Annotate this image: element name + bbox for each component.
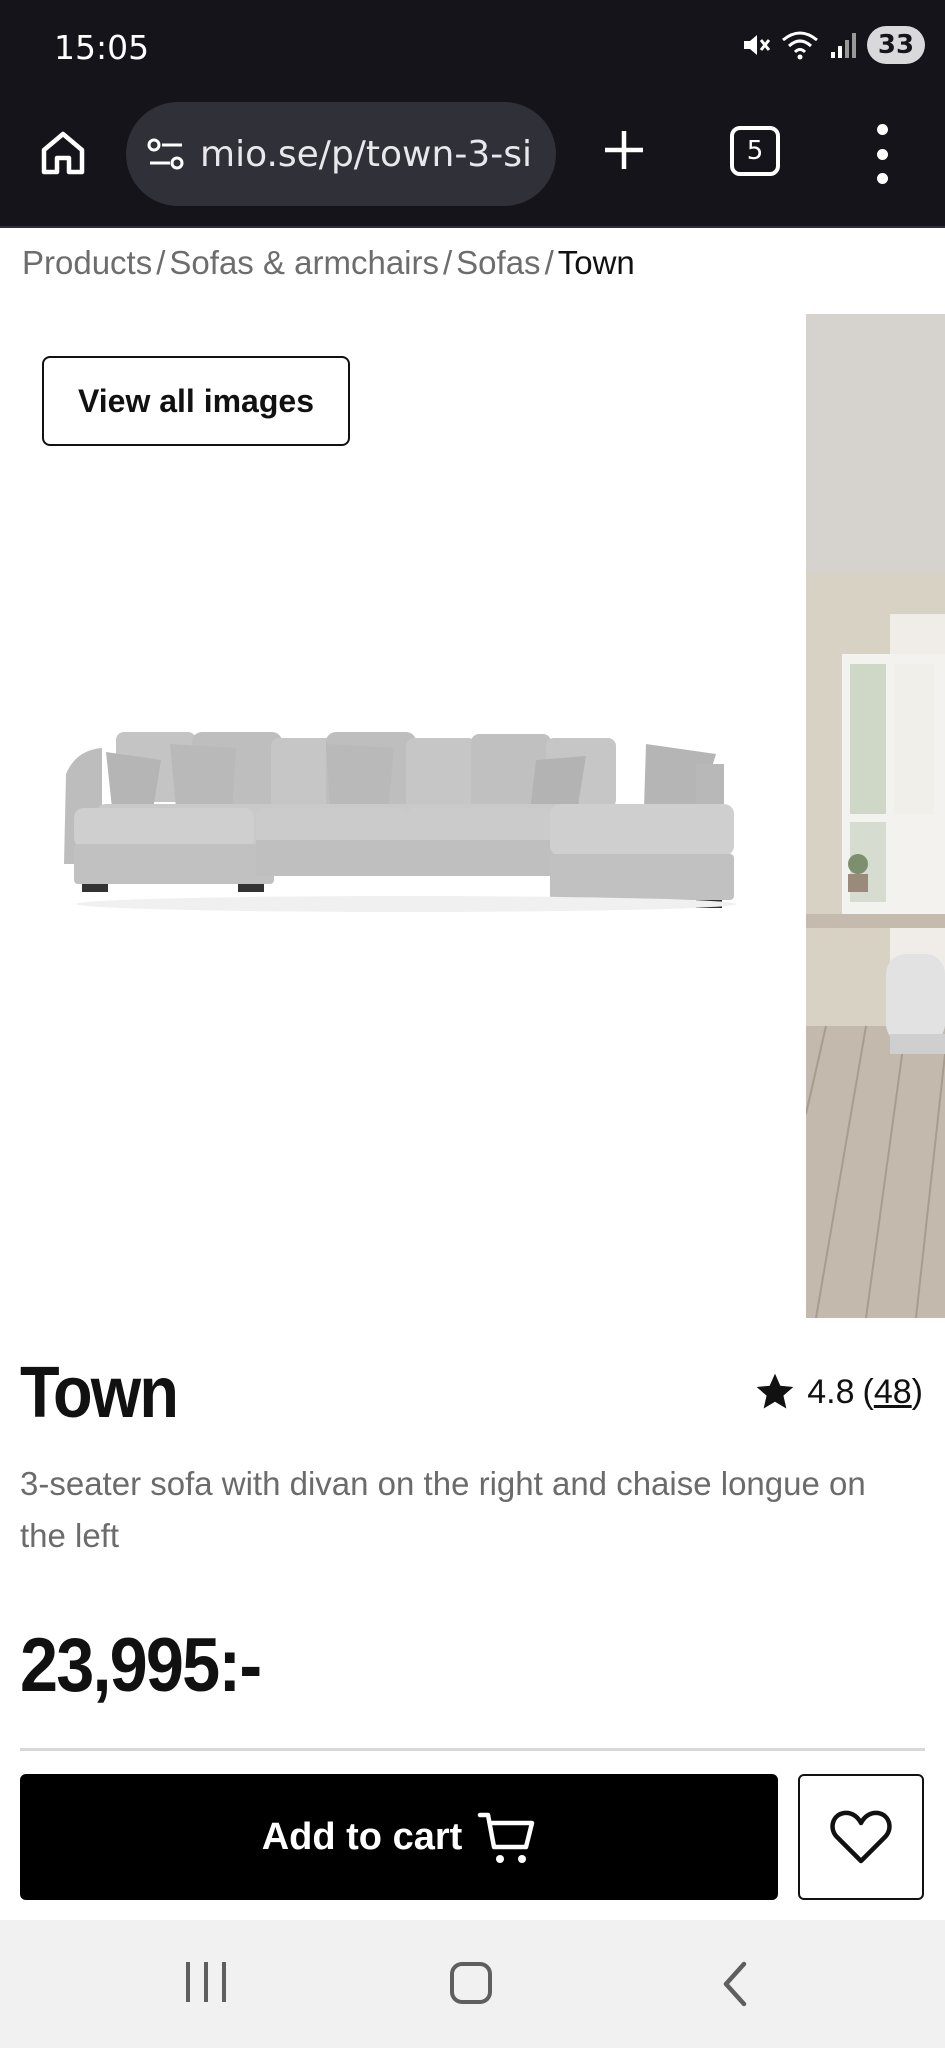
home-icon: [41, 131, 85, 175]
home-button[interactable]: [32, 122, 94, 184]
product-rating[interactable]: 4.8 (48): [753, 1370, 923, 1414]
back-icon[interactable]: [720, 1960, 750, 2008]
more-vert-icon[interactable]: [866, 124, 898, 184]
product-price: 23,995:-: [20, 1623, 262, 1708]
rating-count-close: ): [911, 1372, 923, 1411]
add-to-cart-label: Add to cart: [261, 1815, 463, 1858]
view-all-images-button[interactable]: View all images: [42, 356, 350, 446]
url-text[interactable]: mio.se/p/town-3-si: [200, 134, 532, 175]
breadcrumb-current: Town: [557, 244, 635, 281]
new-tab-button[interactable]: [596, 122, 652, 178]
signal-icon: [831, 33, 856, 58]
product-gallery[interactable]: View all images: [0, 314, 945, 1318]
product-title: Town: [20, 1353, 179, 1433]
wishlist-button[interactable]: [798, 1774, 924, 1900]
rating-count-link[interactable]: 48: [874, 1373, 912, 1412]
breadcrumb-separator: /: [544, 244, 554, 281]
heart-icon: [830, 1810, 892, 1864]
room-product-image[interactable]: [806, 314, 945, 1318]
breadcrumb-separator: /: [156, 244, 166, 281]
breadcrumb-sofas-armchairs[interactable]: Sofas & armchairs: [169, 244, 439, 281]
system-nav-bar: [0, 1920, 945, 2048]
recents-icon[interactable]: [186, 1962, 226, 2002]
system-home-icon[interactable]: [450, 1962, 492, 2004]
rating-value: 4.8: [807, 1372, 855, 1411]
status-icons: 33: [741, 26, 925, 64]
breadcrumb-products[interactable]: Products: [22, 244, 152, 281]
browser-toolbar: mio.se/p/town-3-si 5: [0, 96, 945, 228]
url-bar[interactable]: mio.se/p/town-3-si: [126, 102, 556, 206]
add-to-cart-button[interactable]: Add to cart: [20, 1774, 778, 1900]
divider: [20, 1748, 925, 1751]
wifi-icon: [782, 31, 818, 60]
status-time: 15:05: [54, 28, 150, 67]
battery-icon: 33: [867, 26, 925, 64]
breadcrumb-separator: /: [443, 244, 453, 281]
mute-icon: [744, 35, 771, 55]
rating-count-open: (: [862, 1372, 874, 1411]
breadcrumb-sofas[interactable]: Sofas: [456, 244, 540, 281]
status-bar: 15:05 33: [0, 0, 945, 96]
product-description: 3-seater sofa with divan on the right an…: [20, 1465, 866, 1554]
breadcrumb: Products / Sofas & armchairs / Sofas / Town: [22, 244, 635, 282]
sofa-product-image[interactable]: [56, 704, 746, 914]
star-icon: [756, 1373, 794, 1409]
tabs-button[interactable]: 5: [730, 126, 780, 176]
site-settings-icon[interactable]: [146, 136, 186, 172]
cart-icon: [478, 1812, 535, 1863]
plus-icon: [605, 131, 643, 169]
